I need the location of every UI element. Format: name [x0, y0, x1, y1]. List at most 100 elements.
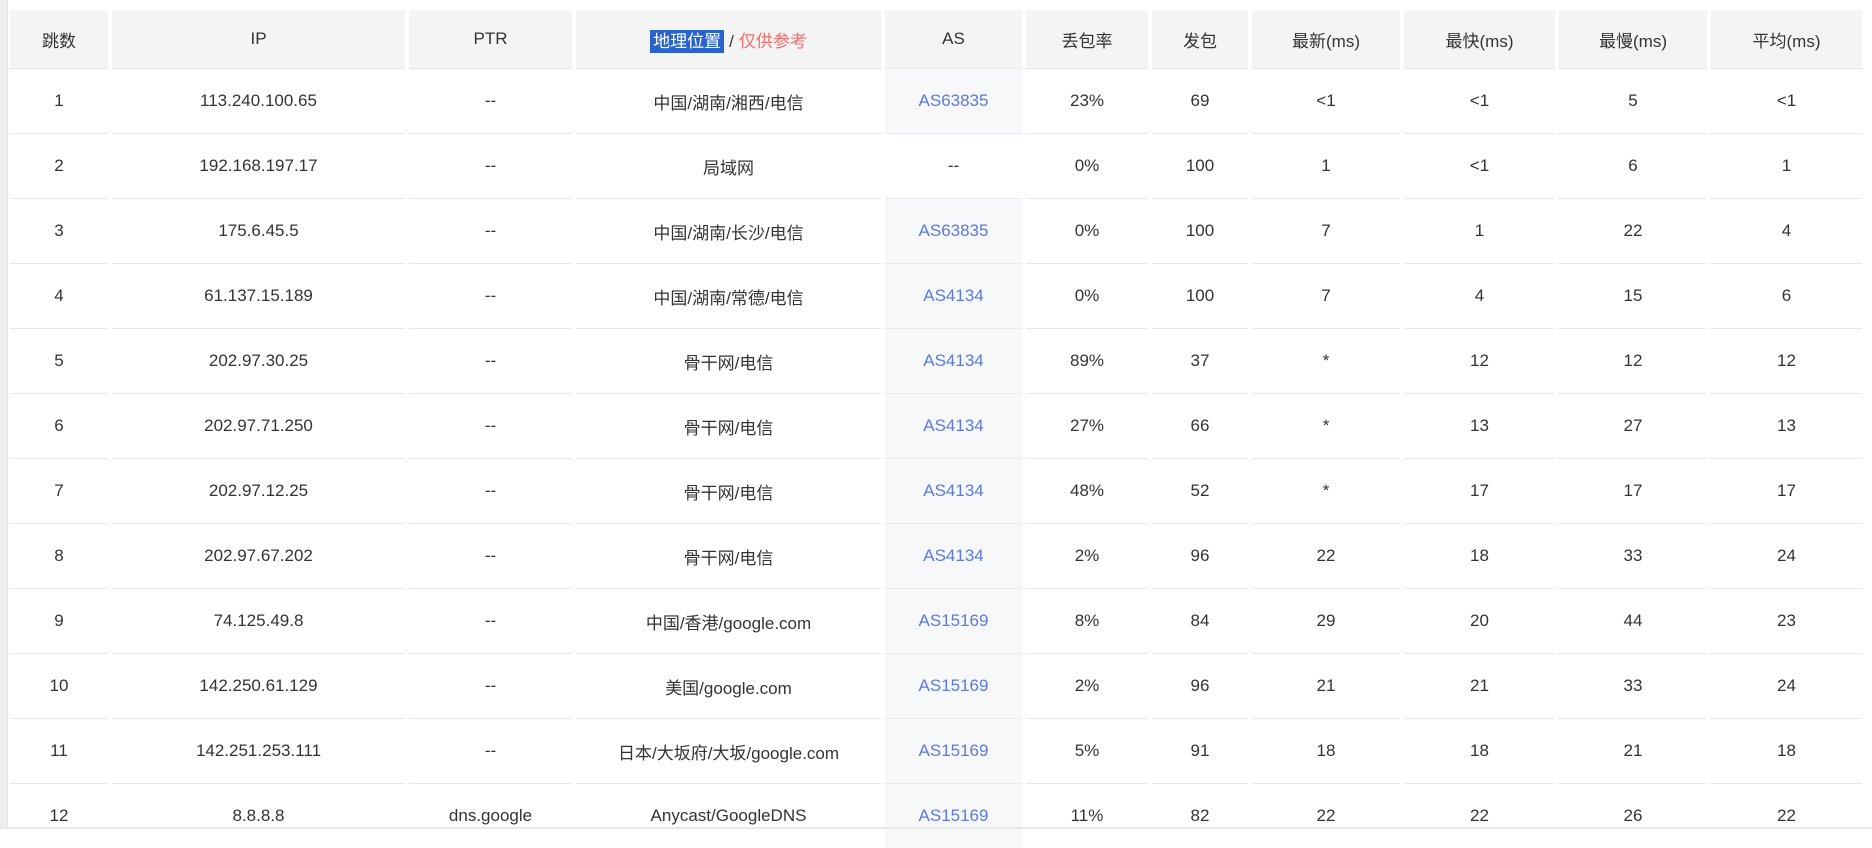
fastest-cell: 20: [1404, 588, 1555, 653]
latest-cell: 22: [1252, 523, 1400, 588]
ptr-cell: --: [409, 588, 572, 653]
hop-cell: 8: [10, 523, 108, 588]
slowest-cell: 33: [1559, 653, 1707, 718]
ptr-cell: --: [409, 718, 572, 783]
ptr-cell: --: [409, 653, 572, 718]
ptr-cell: dns.google: [409, 783, 572, 848]
fastest-cell: 12: [1404, 328, 1555, 393]
col-header-latest: 最新(ms): [1252, 10, 1400, 68]
slowest-cell: 27: [1559, 393, 1707, 458]
ip-cell: 202.97.30.25: [112, 328, 405, 393]
sent-cell: 82: [1152, 783, 1248, 848]
as-cell: AS63835: [885, 198, 1022, 263]
header-row: 跳数 IP PTR 地理位置/仅供参考 AS 丢包率 发包 最新(ms) 最快(…: [10, 10, 1862, 68]
slowest-cell: 33: [1559, 523, 1707, 588]
avg-cell: 24: [1711, 653, 1862, 718]
latest-cell: 7: [1252, 263, 1400, 328]
avg-cell: 23: [1711, 588, 1862, 653]
ip-cell: 142.251.253.111: [112, 718, 405, 783]
as-link[interactable]: AS15169: [919, 741, 989, 760]
as-cell: --: [885, 133, 1022, 198]
as-cell: AS15169: [885, 718, 1022, 783]
as-link[interactable]: AS63835: [919, 221, 989, 240]
col-header-location: 地理位置/仅供参考: [576, 10, 881, 68]
sent-cell: 66: [1152, 393, 1248, 458]
table-row: 11 142.251.253.111 -- 日本/大坂府/大坂/google.c…: [10, 718, 1862, 783]
slowest-cell: 44: [1559, 588, 1707, 653]
ptr-cell: --: [409, 133, 572, 198]
col-header-slowest: 最慢(ms): [1559, 10, 1707, 68]
ip-cell: 175.6.45.5: [112, 198, 405, 263]
hop-cell: 4: [10, 263, 108, 328]
as-link[interactable]: AS15169: [919, 806, 989, 825]
slowest-cell: 21: [1559, 718, 1707, 783]
hop-cell: 3: [10, 198, 108, 263]
latest-cell: 7: [1252, 198, 1400, 263]
slowest-cell: 22: [1559, 198, 1707, 263]
as-link[interactable]: AS63835: [919, 91, 989, 110]
slowest-cell: 12: [1559, 328, 1707, 393]
hop-cell: 1: [10, 68, 108, 133]
sent-cell: 96: [1152, 523, 1248, 588]
avg-cell: 1: [1711, 133, 1862, 198]
ip-cell: 142.250.61.129: [112, 653, 405, 718]
location-cell: 美国/google.com: [576, 653, 881, 718]
sent-cell: 100: [1152, 263, 1248, 328]
location-cell: 中国/湖南/常德/电信: [576, 263, 881, 328]
slowest-cell: 6: [1559, 133, 1707, 198]
sent-cell: 37: [1152, 328, 1248, 393]
table-row: 3 175.6.45.5 -- 中国/湖南/长沙/电信 AS63835 0% 1…: [10, 198, 1862, 263]
as-link[interactable]: AS15169: [919, 611, 989, 630]
table-row: 1 113.240.100.65 -- 中国/湖南/湘西/电信 AS63835 …: [10, 68, 1862, 133]
ip-cell: 202.97.67.202: [112, 523, 405, 588]
as-cell: AS4134: [885, 523, 1022, 588]
latest-cell: *: [1252, 393, 1400, 458]
location-cell: 骨干网/电信: [576, 458, 881, 523]
fastest-cell: 18: [1404, 718, 1555, 783]
avg-cell: 18: [1711, 718, 1862, 783]
loss-cell: 89%: [1026, 328, 1148, 393]
ip-cell: 113.240.100.65: [112, 68, 405, 133]
as-link[interactable]: AS4134: [923, 286, 984, 305]
avg-cell: 4: [1711, 198, 1862, 263]
hop-cell: 2: [10, 133, 108, 198]
as-link[interactable]: AS4134: [923, 481, 984, 500]
hop-cell: 10: [10, 653, 108, 718]
as-cell: AS15169: [885, 653, 1022, 718]
fastest-cell: 4: [1404, 263, 1555, 328]
location-cell: 骨干网/电信: [576, 328, 881, 393]
loss-cell: 2%: [1026, 653, 1148, 718]
loss-cell: 0%: [1026, 263, 1148, 328]
fastest-cell: 22: [1404, 783, 1555, 848]
loss-cell: 23%: [1026, 68, 1148, 133]
location-header-highlight: 地理位置: [650, 30, 724, 53]
sent-cell: 91: [1152, 718, 1248, 783]
ptr-cell: --: [409, 68, 572, 133]
as-link[interactable]: AS4134: [923, 546, 984, 565]
traceroute-table: 跳数 IP PTR 地理位置/仅供参考 AS 丢包率 发包 最新(ms) 最快(…: [6, 10, 1866, 848]
as-cell: AS4134: [885, 263, 1022, 328]
as-link[interactable]: AS15169: [919, 676, 989, 695]
ip-cell: 8.8.8.8: [112, 783, 405, 848]
sent-cell: 52: [1152, 458, 1248, 523]
location-cell: 中国/香港/google.com: [576, 588, 881, 653]
ip-cell: 192.168.197.17: [112, 133, 405, 198]
latest-cell: 29: [1252, 588, 1400, 653]
location-cell: 中国/湖南/长沙/电信: [576, 198, 881, 263]
ptr-cell: --: [409, 198, 572, 263]
location-cell: 中国/湖南/湘西/电信: [576, 68, 881, 133]
latest-cell: <1: [1252, 68, 1400, 133]
fastest-cell: <1: [1404, 68, 1555, 133]
col-header-ptr: PTR: [409, 10, 572, 68]
ip-cell: 202.97.12.25: [112, 458, 405, 523]
loss-cell: 0%: [1026, 133, 1148, 198]
avg-cell: 17: [1711, 458, 1862, 523]
location-header-note: 仅供参考: [739, 32, 807, 51]
sent-cell: 69: [1152, 68, 1248, 133]
as-cell: AS15169: [885, 588, 1022, 653]
fastest-cell: 18: [1404, 523, 1555, 588]
as-link[interactable]: AS4134: [923, 351, 984, 370]
as-link[interactable]: AS4134: [923, 416, 984, 435]
as-cell: AS4134: [885, 458, 1022, 523]
as-cell: AS15169: [885, 783, 1022, 848]
